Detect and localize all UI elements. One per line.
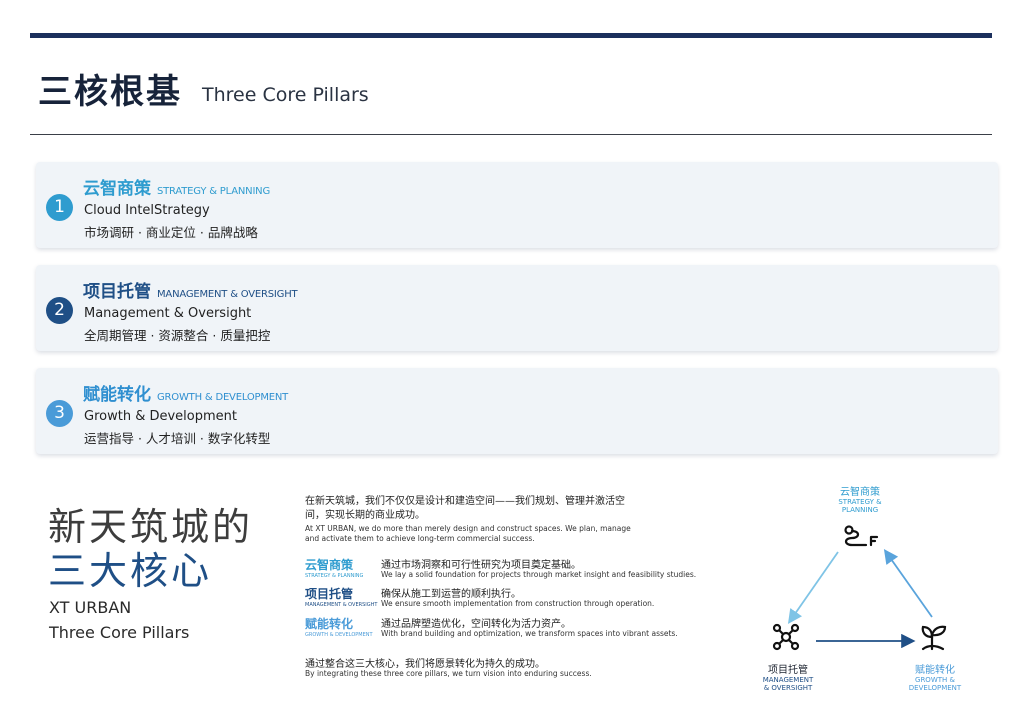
row-tag: STRATEGY & PLANNING xyxy=(305,573,364,579)
row-description-zh: 通过市场洞察和可行性研究为项目奠定基础。 xyxy=(381,560,581,571)
node-tag-line1: GROWTH & xyxy=(915,676,955,684)
title-divider xyxy=(30,134,992,135)
pillar-subtitle: 市场调研 · 商业定位 · 品牌战略 xyxy=(84,225,258,240)
node-title: 赋能转化 xyxy=(915,665,955,676)
pillar-title-en: Management & Oversight xyxy=(84,306,252,321)
row-title: 赋能转化 xyxy=(305,617,354,631)
intro-text-zh: 在新天筑城，我们不仅仅是设计和建造空间——我们规划、管理并激活空间，实现长期的商… xyxy=(305,496,625,521)
page-subtitle: Three Core Pillars xyxy=(202,84,369,106)
pillar-title: 云智商策 STRATEGY & PLANNING xyxy=(83,174,270,199)
number-badge-2: 2 xyxy=(46,297,73,324)
outro-text-zh: 通过整合这三大核心，我们将愿景转化为持久的成功。 xyxy=(305,659,545,670)
row-description-en: With brand building and optimization, we… xyxy=(381,629,678,638)
pillar-title-en: Cloud IntelStrategy xyxy=(84,203,210,218)
node-tag-line2: & OVERSIGHT xyxy=(763,684,813,692)
number-badge-1: 1 xyxy=(46,194,73,221)
pillar-card-strategy: 1 云智商策 STRATEGY & PLANNING Cloud IntelStr… xyxy=(36,162,998,248)
arrow-growth-to-strategy xyxy=(883,549,933,618)
feature-subheading: Three Core Pillars xyxy=(49,623,190,642)
node-tag-line1: STRATEGY & xyxy=(838,498,882,506)
network-nodes-icon xyxy=(772,623,800,651)
feature-heading-line2: 三大核心 xyxy=(48,549,213,593)
row-description-en: We ensure smooth implementation from con… xyxy=(381,599,655,608)
row-tag: MANAGEMENT & OVERSIGHT xyxy=(305,602,378,608)
row-tag: GROWTH & DEVELOPMENT xyxy=(305,632,373,638)
pillar-subtitle: 运营指导 · 人才培训 · 数字化转型 xyxy=(84,431,271,446)
node-tag-line2: PLANNING xyxy=(841,506,879,514)
pillar-card-management: 2 项目托管 MANAGEMENT & OVERSIGHT Management … xyxy=(36,265,998,351)
row-description-zh: 通过品牌塑造优化，空间转化为活力资产。 xyxy=(381,619,571,630)
path-route-icon xyxy=(844,525,879,547)
page-title: 三核根基 xyxy=(38,72,182,112)
diagram-node-management: 项目托管 MANAGEMENT & OVERSIGHT xyxy=(756,661,820,692)
intro-text-en: At XT URBAN, we do more than merely desi… xyxy=(305,524,631,543)
outro-text-en: By integrating these three core pillars,… xyxy=(305,669,592,678)
number-badge-3: 3 xyxy=(46,400,73,427)
node-title: 云智商策 xyxy=(840,487,880,498)
row-description-en: We lay a solid foundation for projects t… xyxy=(381,570,697,579)
pillar-title-zh: 项目托管 xyxy=(83,282,151,302)
row-title: 项目托管 xyxy=(305,587,354,601)
row-description-zh: 确保从施工到运营的顺利执行。 xyxy=(381,589,521,600)
pillar-tag: MANAGEMENT & OVERSIGHT xyxy=(157,289,298,300)
pillar-tag: GROWTH & DEVELOPMENT xyxy=(157,392,289,403)
arrow-strategy-to-management xyxy=(787,551,839,624)
diagram-node-growth: 赋能转化 GROWTH & DEVELOPMENT xyxy=(900,661,970,692)
node-tag-line2: DEVELOPMENT xyxy=(908,684,962,692)
pillar-subtitle: 全周期管理 · 资源整合 · 质量把控 xyxy=(84,328,271,343)
pillar-tag: STRATEGY & PLANNING xyxy=(157,186,271,197)
feature-brand: XT URBAN xyxy=(49,598,132,617)
pillar-card-growth: 3 赋能转化 GROWTH & DEVELOPMENT Growth & Deve… xyxy=(36,368,998,454)
node-title: 项目托管 xyxy=(768,665,808,676)
pillar-title: 赋能转化 GROWTH & DEVELOPMENT xyxy=(83,380,288,405)
diagram-node-strategy: 云智商策 STRATEGY & PLANNING xyxy=(832,483,888,514)
pillar-cycle-diagram: 云智商策 STRATEGY & PLANNING 项目托管 MANAGEMENT… xyxy=(740,475,980,700)
node-tag-line1: MANAGEMENT xyxy=(762,676,814,684)
pillar-title-zh: 云智商策 xyxy=(83,179,151,199)
pillar-title-en: Growth & Development xyxy=(84,409,237,424)
pillar-title-zh: 赋能转化 xyxy=(83,385,151,405)
top-accent-bar xyxy=(30,33,992,38)
row-title: 云智商策 xyxy=(305,558,354,572)
sprout-icon xyxy=(921,625,947,651)
pillar-title: 项目托管 MANAGEMENT & OVERSIGHT xyxy=(83,277,298,302)
